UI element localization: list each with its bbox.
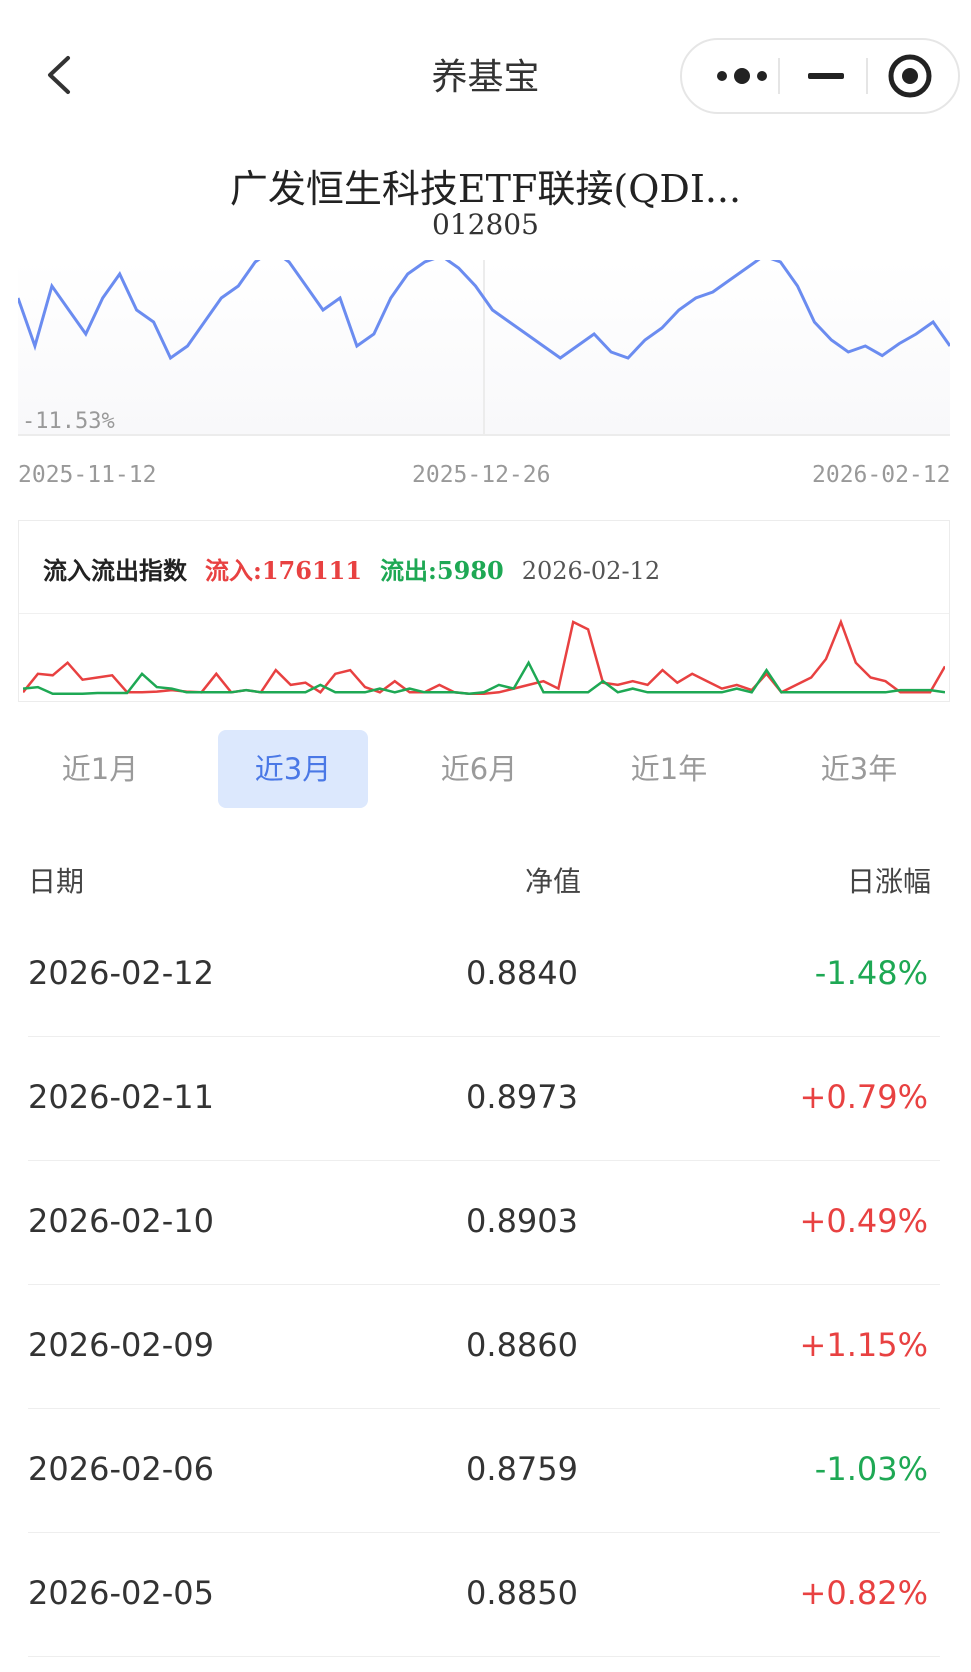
outflow-value: 流出:5980	[380, 556, 504, 585]
y-min-label: -11.53%	[22, 409, 115, 434]
tab-1-year[interactable]: 近1年	[594, 730, 744, 808]
table-row[interactable]: 2026-02-05 0.8850 +0.82%	[28, 1532, 940, 1657]
minimize-icon[interactable]	[780, 40, 872, 112]
fund-name: 广发恒生科技ETF联接(QDI...	[229, 167, 742, 211]
mini-program-capsule	[680, 38, 960, 114]
x-axis-label: 2025-11-12	[18, 462, 157, 488]
tab-1-month[interactable]: 近1月	[25, 730, 175, 808]
row-change: +1.15%	[799, 1326, 928, 1364]
row-nav: 0.8973	[466, 1078, 578, 1116]
x-axis-label: 2026-02-12	[812, 462, 951, 488]
row-date: 2026-02-10	[28, 1202, 214, 1240]
top-nav-bar: 养基宝	[0, 0, 971, 150]
table-row[interactable]: 2026-02-09 0.8860 +1.15%	[28, 1284, 940, 1409]
flow-date: 2026-02-12	[521, 557, 661, 585]
row-date: 2026-02-12	[28, 954, 214, 992]
row-nav: 0.8840	[466, 954, 578, 992]
row-change: +0.79%	[799, 1078, 928, 1116]
header-change[interactable]: 日涨幅	[847, 860, 931, 900]
table-row[interactable]: 2026-02-10 0.8903 +0.49%	[28, 1160, 940, 1285]
row-change: +0.49%	[799, 1202, 928, 1240]
table-row[interactable]: 2026-02-11 0.8973 +0.79%	[28, 1036, 940, 1161]
flow-index-chart[interactable]	[23, 616, 945, 700]
more-dots-icon[interactable]	[696, 40, 788, 112]
table-row[interactable]: 2026-02-06 0.8759 -1.03%	[28, 1408, 940, 1533]
fund-code: 012805	[432, 208, 539, 241]
row-nav: 0.8850	[466, 1574, 578, 1612]
divider	[19, 613, 949, 614]
close-target-icon[interactable]	[866, 40, 958, 112]
row-nav: 0.8860	[466, 1326, 578, 1364]
header-nav: 净值	[524, 865, 581, 898]
row-date: 2026-02-06	[28, 1450, 214, 1488]
row-change: +0.82%	[799, 1574, 928, 1612]
x-axis-label: 2025-12-26	[412, 462, 551, 488]
outflow-line	[23, 660, 945, 696]
tab-3-month[interactable]: 近3月	[218, 730, 368, 808]
inflow-line	[23, 618, 945, 696]
inflow-value: 流入:176111	[205, 556, 363, 585]
row-nav: 0.8903	[466, 1202, 578, 1240]
table-row[interactable]: 2026-02-12 0.8840 -1.48%	[28, 912, 940, 1037]
row-change: -1.48%	[814, 954, 928, 992]
header-date: 日期	[28, 865, 85, 898]
row-date: 2026-02-09	[28, 1326, 214, 1364]
table-header: 日期 净值 日涨幅	[0, 860, 971, 910]
row-change: -1.03%	[814, 1450, 928, 1488]
row-date: 2026-02-11	[28, 1078, 214, 1116]
tab-3-year[interactable]: 近3年	[784, 730, 934, 808]
tab-6-month[interactable]: 近6月	[404, 730, 554, 808]
flow-index-header: 流入流出指数 流入:176111 流出:5980 2026-02-12	[43, 551, 678, 586]
row-date: 2026-02-05	[28, 1574, 214, 1612]
period-tabs: 近1月 近3月 近6月 近1年 近3年	[0, 730, 971, 810]
flow-index-panel: 流入流出指数 流入:176111 流出:5980 2026-02-12	[18, 520, 950, 702]
flow-index-title: 流入流出指数	[43, 556, 187, 585]
nav-trend-chart[interactable]: -11.53%	[18, 260, 950, 440]
row-nav: 0.8759	[466, 1450, 578, 1488]
